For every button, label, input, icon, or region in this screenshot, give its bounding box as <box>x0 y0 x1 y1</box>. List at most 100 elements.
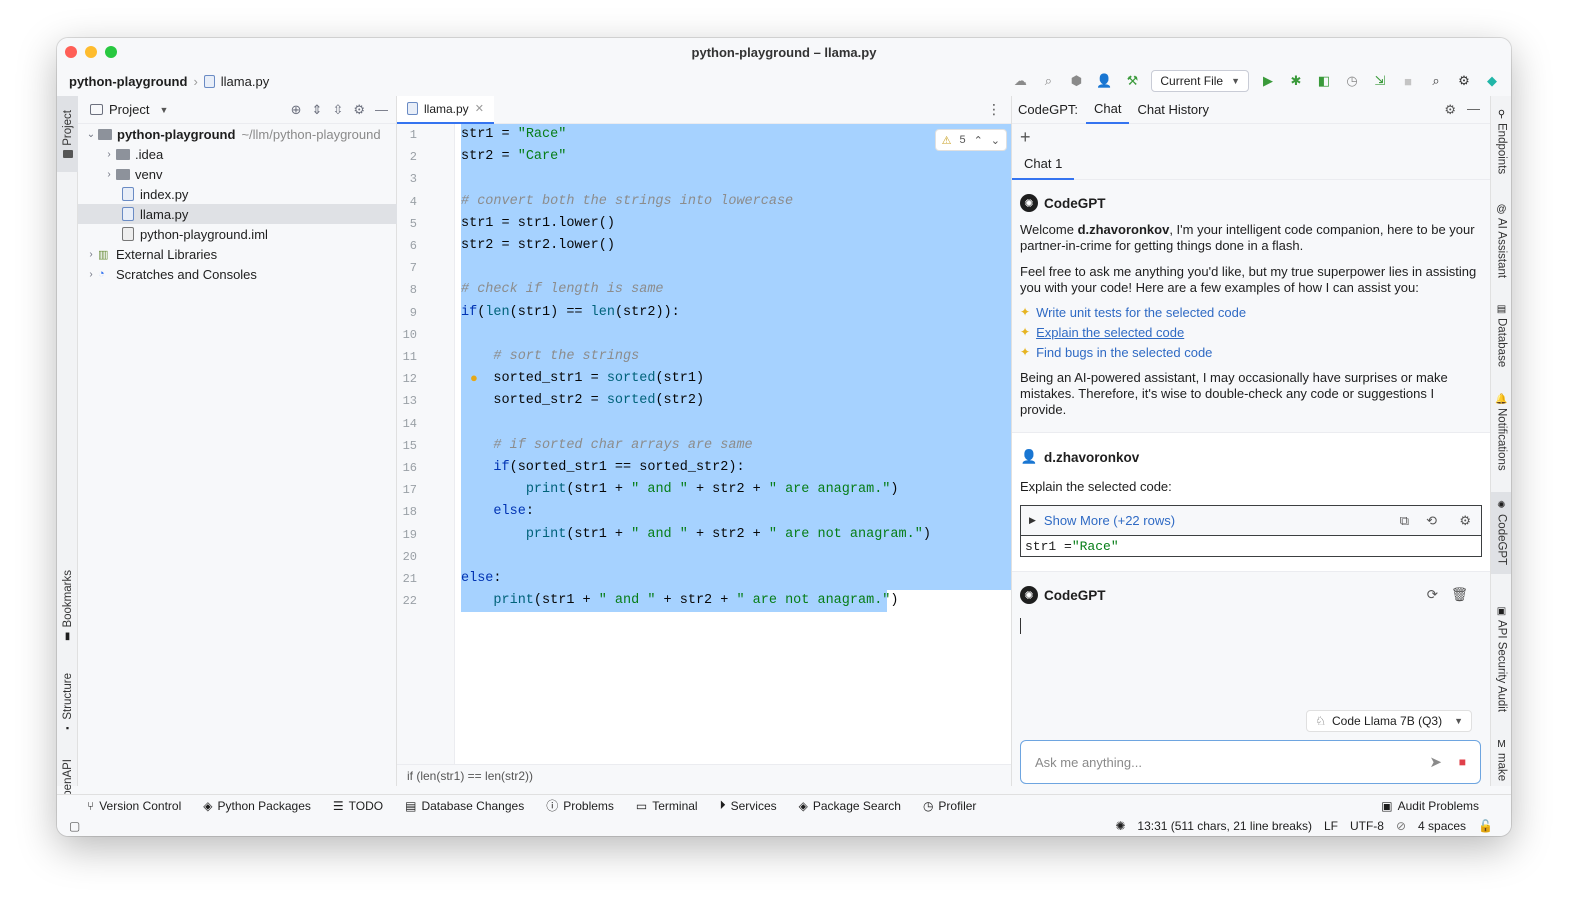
breadcrumb-file[interactable]: llama.py <box>221 74 269 89</box>
build-hammer-icon[interactable]: ⚒ <box>1123 72 1141 90</box>
chevron-right-icon[interactable]: › <box>102 149 116 160</box>
code-line[interactable]: # convert both the strings into lowercas… <box>461 191 793 213</box>
copy-icon[interactable]: ⧉ <box>1400 513 1409 529</box>
profiler-button[interactable]: ◷ Profiler <box>923 799 977 813</box>
close-window-button[interactable] <box>65 46 77 58</box>
zoom-window-button[interactable] <box>105 46 117 58</box>
breadcrumb-project[interactable]: python-playground <box>69 74 187 89</box>
run-icon[interactable]: ▶ <box>1259 72 1277 90</box>
python-packages-button[interactable]: ◈ Python Packages <box>203 799 311 813</box>
chevron-up-icon[interactable]: ⌃ <box>974 134 983 147</box>
tab-chat[interactable]: Chat <box>1085 96 1130 124</box>
locate-icon[interactable]: ⊕ <box>291 102 302 118</box>
endpoints-tool-button[interactable]: ⚲ Endpoints <box>1491 106 1511 178</box>
make-tool-button[interactable]: M make <box>1491 736 1511 784</box>
readonly-icon[interactable]: ⊘ <box>1396 819 1406 833</box>
trash-icon[interactable]: 🗑 <box>1451 587 1468 603</box>
chevron-right-icon[interactable]: › <box>102 169 116 180</box>
model-select[interactable]: ♘ Code Llama 7B (Q3) ▼ <box>1306 710 1472 732</box>
bookmarks-tool-button[interactable]: Bookmarks ▮ <box>57 566 78 646</box>
stop-icon[interactable]: ■ <box>1459 755 1466 769</box>
code-editor[interactable]: llama.py ✕ ⋮ 1 2 3 4 5 6 7 8 9 10 11 12 13 14 15 16 17 18… <box>397 95 1011 786</box>
code-line[interactable]: str1 = str1.lower() <box>461 213 615 235</box>
hide-icon[interactable]: — <box>1467 101 1480 116</box>
tree-item-llama-py[interactable]: llama.py <box>78 204 397 224</box>
code-line[interactable]: # sort the strings <box>461 346 639 368</box>
hide-icon[interactable]: — <box>375 102 388 118</box>
tab-llama-py[interactable]: llama.py ✕ <box>397 95 494 124</box>
regenerate-icon[interactable]: ⟳ <box>1427 587 1438 603</box>
profile-icon[interactable]: ◷ <box>1343 72 1361 90</box>
more-tabs-icon[interactable]: ⋮ <box>987 101 1001 118</box>
tab-chat-1[interactable]: Chat 1 <box>1012 150 1075 180</box>
tree-item-idea[interactable]: › .idea <box>78 144 397 164</box>
coverage-icon[interactable]: ◧ <box>1315 72 1333 90</box>
code-line[interactable]: # if sorted char arrays are same <box>461 435 752 457</box>
expand-all-icon[interactable]: ⇕ <box>312 102 323 118</box>
cloud-icon[interactable]: ☁ <box>1011 72 1029 90</box>
tree-item-root[interactable]: ⌄ python-playground ~/llm/python-playgro… <box>78 124 397 144</box>
code-line[interactable]: print(str1 + " and " + str2 + " are not … <box>461 590 898 612</box>
project-tool-button[interactable]: Project <box>57 96 78 172</box>
terminal-button[interactable]: ▭ Terminal <box>636 799 698 813</box>
example-unit-tests-link[interactable]: ✦ Write unit tests for the selected code <box>1020 302 1482 322</box>
project-panel-title[interactable]: Project <box>109 102 149 117</box>
tree-item-scratches[interactable]: › ◔ Scratches and Consoles <box>78 264 397 284</box>
chevron-down-icon[interactable]: ▼ <box>159 105 168 115</box>
attach-icon[interactable]: ⇲ <box>1371 72 1389 90</box>
replace-code-icon[interactable]: ⟲ <box>1426 513 1437 529</box>
version-control-button[interactable]: ⑂ Version Control <box>87 799 181 813</box>
tree-item-external-libraries[interactable]: › ▥ External Libraries <box>78 244 397 264</box>
inspection-widget[interactable]: ⚠ 5 ⌃ ⌄ <box>934 129 1007 151</box>
database-tool-button[interactable]: ▤ Database <box>1491 300 1511 372</box>
code-line[interactable]: print(str1 + " and " + str2 + " are not … <box>461 524 931 546</box>
tab-chat-history[interactable]: Chat History <box>1129 96 1217 124</box>
tree-item-index-py[interactable]: index.py <box>78 184 397 204</box>
lock-icon[interactable]: 🔓 <box>1478 819 1493 833</box>
example-explain-link[interactable]: ✦ Explain the selected code <box>1020 322 1482 342</box>
code-line[interactable]: str2 = "Care" <box>461 146 566 168</box>
code-line[interactable]: print(str1 + " and " + str2 + " are anag… <box>461 479 899 501</box>
code-line[interactable]: str1 = "Race" <box>461 124 566 146</box>
audit-problems-button[interactable]: ▣ Audit Problems <box>1381 799 1479 813</box>
ai-assistant-tool-button[interactable]: @ AI Assistant <box>1491 198 1511 284</box>
chevron-down-icon[interactable]: ⌄ <box>84 129 98 140</box>
tree-item-venv[interactable]: › venv <box>78 164 397 184</box>
codegpt-tool-button[interactable]: ✺ CodeGPT <box>1491 492 1511 574</box>
problems-button[interactable]: ⓘ Problems <box>546 797 614 814</box>
chevron-right-icon[interactable]: › <box>84 249 98 260</box>
debug-bug-icon[interactable]: ✱ <box>1287 72 1305 90</box>
minimize-window-button[interactable] <box>85 46 97 58</box>
editor-breadcrumb[interactable]: if (len(str1) == len(str2)) <box>397 764 1011 786</box>
structure-tool-button[interactable]: Structure ▪ <box>57 666 78 740</box>
code-line[interactable]: if(len(str1) == len(str2)): <box>461 302 680 324</box>
indent-setting[interactable]: 4 spaces <box>1418 819 1466 833</box>
notifications-tool-button[interactable]: 🔔 Notifications <box>1491 388 1511 476</box>
code-line[interactable]: else: <box>461 568 502 590</box>
collapse-all-icon[interactable]: ⇳ <box>332 102 343 118</box>
send-icon[interactable]: ➤ <box>1429 753 1442 771</box>
chat-input[interactable]: Ask me anything... ➤ ■ <box>1020 740 1481 784</box>
user-icon[interactable]: 👤 <box>1095 72 1113 90</box>
gear-icon[interactable]: ⚙ <box>353 102 365 118</box>
search-icon[interactable]: ⌕ <box>1427 72 1445 90</box>
code-line[interactable]: sorted_str1 = sorted(str1) <box>461 368 704 390</box>
code-line[interactable]: # check if length is same <box>461 279 664 301</box>
todo-button[interactable]: ☰ TODO <box>333 799 383 813</box>
code-line[interactable]: sorted_str2 = sorted(str2) <box>461 390 704 412</box>
new-chat-button[interactable]: + <box>1012 124 1490 150</box>
stop-icon[interactable]: ■ <box>1399 72 1417 90</box>
lightbulb-icon[interactable]: ● <box>470 370 478 385</box>
code-line[interactable]: str2 = str2.lower() <box>461 235 615 257</box>
chevron-right-icon[interactable]: › <box>84 269 98 280</box>
package-search-button[interactable]: ◈ Package Search <box>799 799 901 813</box>
close-icon[interactable]: ✕ <box>475 102 484 115</box>
caret-position[interactable]: 13:31 (511 chars, 21 line breaks) <box>1137 819 1312 833</box>
tree-item-iml[interactable]: python-playground.iml <box>78 224 397 244</box>
chevron-down-icon[interactable]: ⌄ <box>991 134 1000 147</box>
jetbrains-ai-icon[interactable]: ◆ <box>1483 72 1501 90</box>
show-more-toggle[interactable]: ▶ Show More (+22 rows) ⧉ ⟲ ⚙ <box>1021 506 1481 536</box>
services-button[interactable]: ⏵ Services <box>720 798 777 813</box>
code-line[interactable]: if(sorted_str1 == sorted_str2): <box>461 457 744 479</box>
gear-icon[interactable]: ⚙ <box>1444 102 1456 118</box>
